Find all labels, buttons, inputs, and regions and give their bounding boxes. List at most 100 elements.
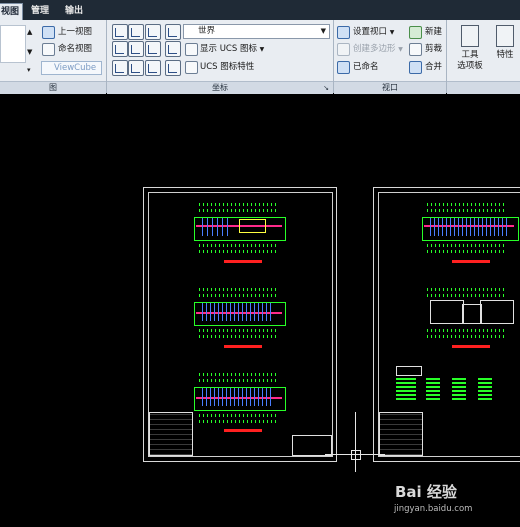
ucs-x-icon[interactable] xyxy=(145,41,161,57)
panel-launcher-icon[interactable]: ↘ xyxy=(323,82,329,94)
dimension-line xyxy=(427,329,507,332)
tab-view[interactable]: 视图 xyxy=(0,3,24,21)
ucs-face-icon[interactable] xyxy=(112,60,128,76)
dimension-line xyxy=(427,288,507,291)
ucs-panel-title-label: 坐标 xyxy=(212,83,228,92)
ucs-icon-properties-button[interactable]: UCS 图标特性 xyxy=(200,59,254,75)
detail-block xyxy=(452,378,466,400)
new-viewport-button[interactable]: 新建 xyxy=(425,24,442,40)
ucs-object-icon[interactable] xyxy=(165,41,181,57)
tab-output[interactable]: 输出 xyxy=(62,3,86,20)
floor-plan-3 xyxy=(194,373,294,435)
named-viewports-button[interactable]: 已命名 xyxy=(353,59,379,75)
window-marks xyxy=(430,218,508,236)
detail-block xyxy=(426,378,440,400)
expand-icon[interactable]: ▾ xyxy=(27,62,31,78)
properties-label: 特性 xyxy=(496,50,514,60)
plan-title-bar xyxy=(224,429,262,432)
ucs-world-icon[interactable] xyxy=(128,24,144,40)
layout-sheet-left[interactable] xyxy=(143,187,337,462)
tool-palettes-label-2: 选项板 xyxy=(457,61,483,71)
ucs-view-icon[interactable] xyxy=(165,24,181,40)
ucs-3point-icon[interactable] xyxy=(128,41,144,57)
dimension-line xyxy=(199,288,279,291)
detail-block xyxy=(396,378,416,400)
properties-button[interactable]: 特性 xyxy=(490,25,520,61)
window-marks xyxy=(202,218,232,236)
ucs-icon[interactable] xyxy=(112,24,128,40)
dimension-line xyxy=(427,335,507,338)
detail-drawings xyxy=(394,366,514,406)
join-button[interactable]: 合并 xyxy=(425,59,442,75)
cursor-pickbox xyxy=(351,450,361,460)
viewcube-toggle[interactable]: ViewCube xyxy=(41,61,102,75)
ucs-panel-title: 坐标 ↘ xyxy=(107,81,333,94)
ucs-dropdown-value: 世界 xyxy=(198,26,216,36)
floor-plan-2 xyxy=(194,288,294,348)
signature-block xyxy=(292,435,332,456)
properties-icon xyxy=(496,25,514,47)
clip-icon xyxy=(409,43,422,56)
drawing-canvas[interactable] xyxy=(0,94,520,527)
watermark-url: jingyan.baidu.com xyxy=(394,504,473,514)
dimension-line xyxy=(199,414,279,417)
chevron-down-icon: ▼ xyxy=(398,46,403,53)
floor-plan-1 xyxy=(194,203,294,263)
window-marks xyxy=(202,303,274,321)
dimension-line xyxy=(199,209,279,212)
new-viewport-icon xyxy=(409,26,422,39)
ucs-y-icon[interactable] xyxy=(128,60,144,76)
join-icon xyxy=(409,61,422,74)
title-block xyxy=(379,412,423,456)
ucs-icon-properties-icon xyxy=(185,61,198,74)
ucs-z-icon[interactable] xyxy=(145,60,161,76)
create-polygon-button[interactable]: 创建多边形 ▼ xyxy=(353,41,403,57)
dimension-line xyxy=(199,244,279,247)
roof-plan xyxy=(422,288,520,348)
scroll-up-icon[interactable]: ▲ xyxy=(27,24,32,40)
dimension-line xyxy=(427,209,507,212)
views-panel-title: 图 xyxy=(0,81,106,94)
dimension-line xyxy=(199,250,279,253)
plan-title-bar xyxy=(452,345,490,348)
layout-sheet-right[interactable] xyxy=(373,187,520,462)
dimension-line xyxy=(199,379,279,382)
floor-plan-4 xyxy=(422,203,520,263)
tools-panel-title xyxy=(447,81,520,94)
create-polygon-label: 创建多边形 xyxy=(353,44,396,54)
roof-outline xyxy=(430,300,464,324)
previous-view-button[interactable]: 上一视图 xyxy=(58,24,92,40)
tool-palettes-button[interactable]: 工具 选项板 xyxy=(452,25,488,72)
viewcube-label: ViewCube xyxy=(54,63,97,73)
ucs-zaxis-icon[interactable] xyxy=(112,41,128,57)
ucs-named-icon[interactable] xyxy=(165,60,181,76)
dimension-line xyxy=(427,250,507,253)
ucs-dropdown[interactable]: 世界 ▼ xyxy=(183,24,330,39)
viewports-panel-title: 视口 xyxy=(334,81,446,94)
dimension-line xyxy=(199,420,279,423)
dimension-line xyxy=(427,244,507,247)
ribbon-tab-bar: 视图 管理 输出 xyxy=(0,0,520,21)
room-outline xyxy=(239,219,266,233)
scroll-down-icon[interactable]: ▼ xyxy=(27,44,32,60)
show-ucs-icon-label: 显示 UCS 图标 xyxy=(200,44,257,54)
ucs-origin-icon[interactable] xyxy=(145,24,161,40)
dimension-line xyxy=(427,203,507,206)
tab-manage[interactable]: 管理 xyxy=(28,3,52,20)
set-viewport-button[interactable]: 设置视口 ▼ xyxy=(353,24,394,40)
chevron-down-icon: ▼ xyxy=(259,46,265,53)
view-list-box[interactable] xyxy=(0,25,26,63)
clip-button[interactable]: 剪裁 xyxy=(425,41,442,57)
dimension-line xyxy=(199,203,279,206)
named-views-icon xyxy=(42,43,55,56)
plan-title-bar xyxy=(224,345,262,348)
show-ucs-icon-button[interactable]: 显示 UCS 图标 ▼ xyxy=(200,41,264,57)
create-polygon-icon xyxy=(337,43,350,56)
detail-box xyxy=(396,366,422,376)
named-viewports-icon xyxy=(337,61,350,74)
set-viewport-label: 设置视口 xyxy=(353,27,388,37)
dimension-line xyxy=(199,373,279,376)
roof-outline xyxy=(462,304,482,324)
roof-outline xyxy=(480,300,514,324)
named-views-button[interactable]: 命名视图 xyxy=(58,41,92,57)
